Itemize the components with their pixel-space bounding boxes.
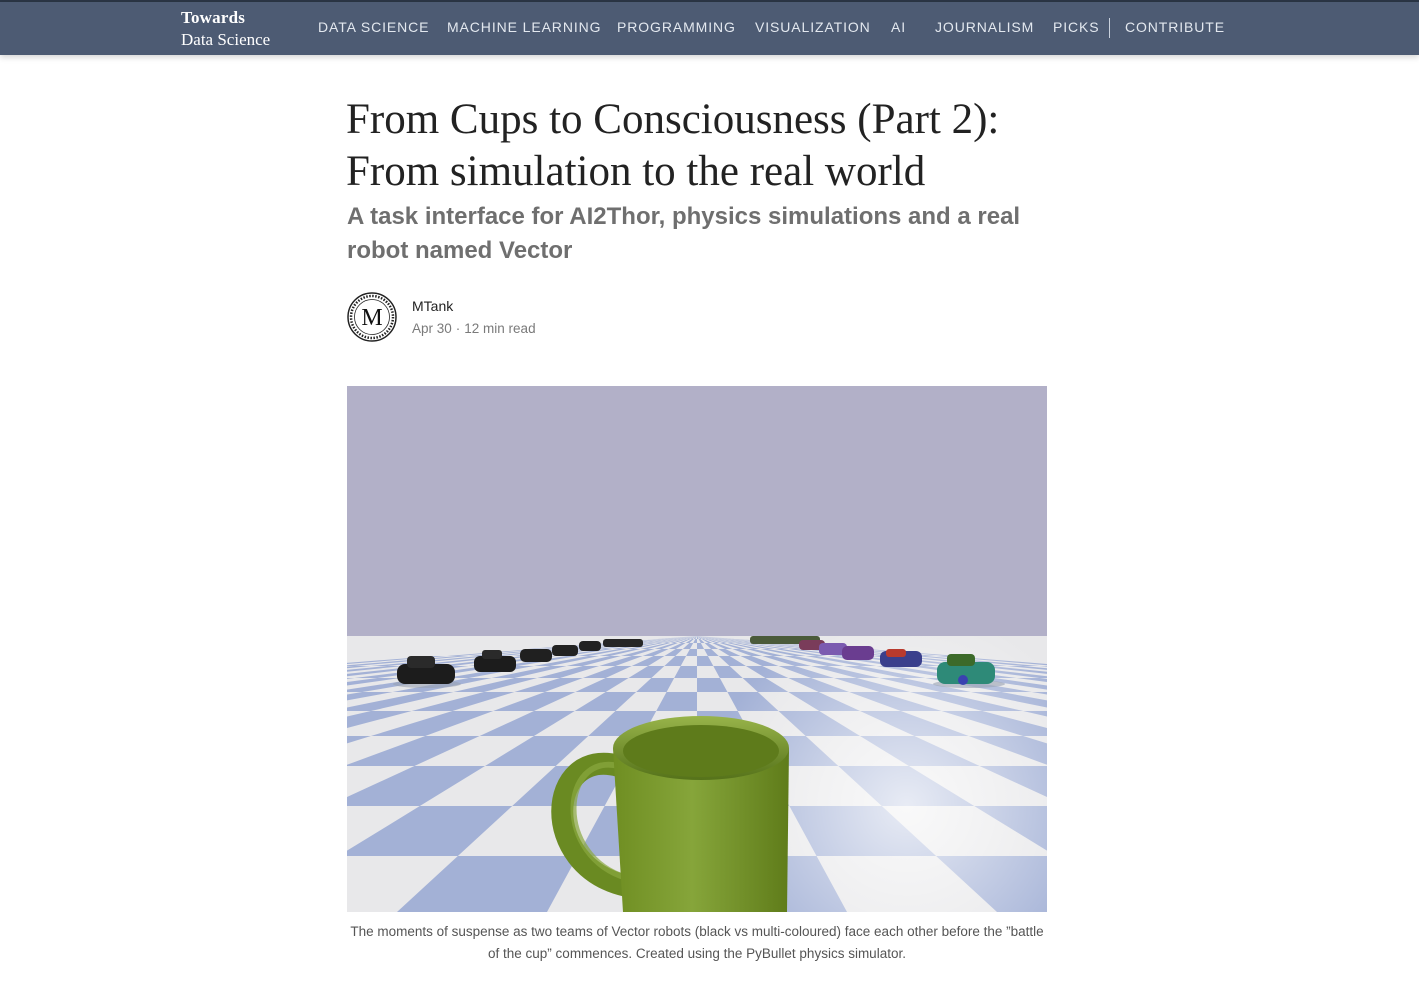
read-time: 12 min read [464, 321, 536, 336]
nav-item-data-science[interactable]: DATA SCIENCE [318, 19, 429, 35]
nav-item-programming[interactable]: PROGRAMMING [617, 19, 736, 35]
logo-line-1: Towards [181, 8, 246, 27]
avatar-letter: M [361, 305, 382, 331]
article-subtitle: A task interface for AI2Thor, physics si… [347, 203, 1021, 264]
publish-date: Apr 30 [412, 321, 452, 336]
hero-image [347, 386, 1047, 912]
hero-image-caption: The moments of suspense as two teams of … [350, 924, 1044, 961]
article-title: From Cups to Consciousness (Part 2): Fro… [346, 96, 1000, 195]
top-navigation-bar: Towards Data Science DATA SCIENCE MACHIN… [0, 2, 1419, 55]
article-meta: Apr 30 · 12 min read [412, 321, 536, 336]
nav-item-visualization[interactable]: VISUALIZATION [755, 19, 871, 35]
simulation-scene-illustration [347, 386, 1047, 912]
nav-item-contribute[interactable]: CONTRIBUTE [1125, 19, 1225, 35]
nav-item-journalism[interactable]: JOURNALISM [935, 19, 1034, 35]
nav-item-picks[interactable]: PICKS [1053, 19, 1100, 35]
nav-item-machine-learning[interactable]: MACHINE LEARNING [447, 19, 601, 35]
meta-separator: · [455, 321, 461, 336]
logo-line-2: Data Science [181, 30, 271, 49]
nav-item-ai[interactable]: AI [891, 19, 906, 35]
site-logo[interactable]: Towards Data Science [181, 7, 270, 51]
author-name[interactable]: MTank [412, 298, 453, 314]
nav-divider [1109, 18, 1110, 38]
author-avatar[interactable]: M [347, 292, 397, 342]
